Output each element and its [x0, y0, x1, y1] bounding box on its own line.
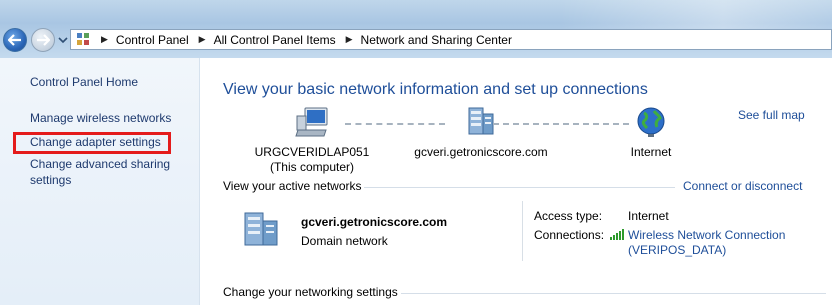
change-settings-heading: Change your networking settings — [223, 285, 398, 299]
network-type: Domain network — [301, 234, 388, 248]
breadcrumb-separator[interactable]: ▶ — [199, 34, 206, 45]
node-internet-name: Internet — [630, 145, 672, 159]
access-type-label: Access type: — [534, 209, 603, 223]
sidebar-item-manage-wireless[interactable]: Manage wireless networks — [30, 110, 171, 126]
breadcrumb-network-sharing[interactable]: Network and Sharing Center — [361, 33, 512, 47]
map-connector-line — [493, 123, 629, 125]
domain-network-icon[interactable] — [241, 209, 289, 249]
back-arrow-icon — [8, 34, 21, 46]
recent-pages-dropdown-icon[interactable] — [58, 34, 68, 46]
connection-name[interactable]: Wireless Network Connection — [628, 228, 785, 243]
access-type-value: Internet — [628, 209, 669, 223]
node-computer-desc: (This computer) — [269, 160, 355, 174]
connect-disconnect-link[interactable]: Connect or disconnect — [683, 179, 802, 193]
connection-ssid[interactable]: (VERIPOS_DATA) — [628, 243, 785, 258]
wireless-connection-link[interactable]: Wireless Network Connection (VERIPOS_DAT… — [628, 228, 785, 258]
map-node-internet[interactable]: Internet — [611, 106, 691, 160]
connections-label: Connections: — [534, 228, 605, 242]
map-node-computer[interactable]: URGCVERIDLAP051 (This computer) — [252, 106, 372, 175]
globe-icon — [637, 107, 665, 137]
breadcrumb-all-items[interactable]: All Control Panel Items — [214, 33, 336, 47]
forward-arrow-icon — [37, 34, 50, 46]
window-titlebar: ▶ Control Panel ▶ All Control Panel Item… — [0, 0, 832, 58]
control-panel-icon — [77, 32, 91, 47]
sidebar-item-control-panel-home[interactable]: Control Panel Home — [30, 74, 138, 90]
node-network-name: gcveri.getronicscore.com — [414, 145, 548, 159]
section-divider — [401, 293, 826, 294]
sidebar-item-advanced-sharing[interactable]: Change advanced sharing settings — [30, 156, 190, 188]
active-networks-heading: View your active networks — [223, 179, 362, 193]
highlight-annotation-box — [13, 132, 171, 154]
page-title: View your basic network information and … — [223, 81, 648, 98]
breadcrumb-separator[interactable]: ▶ — [346, 34, 353, 45]
wireless-signal-icon — [610, 229, 624, 240]
vertical-divider — [522, 201, 523, 261]
breadcrumb-separator: ▶ — [101, 34, 108, 44]
breadcrumb-control-panel[interactable]: Control Panel — [116, 33, 189, 47]
network-icon — [468, 107, 494, 135]
address-bar[interactable]: ▶ Control Panel ▶ All Control Panel Item… — [70, 29, 832, 50]
section-divider — [364, 187, 675, 188]
titlebar-glow — [560, 0, 832, 30]
forward-button[interactable] — [31, 28, 55, 52]
left-task-pane: Control Panel Home Manage wireless netwo… — [0, 58, 200, 305]
computer-icon — [295, 107, 328, 137]
node-computer-name: URGCVERIDLAP051 — [254, 145, 370, 159]
map-node-network[interactable]: gcveri.getronicscore.com — [401, 106, 561, 160]
network-name: gcveri.getronicscore.com — [301, 215, 448, 229]
main-content: View your basic network information and … — [201, 58, 832, 305]
see-full-map-link[interactable]: See full map — [738, 108, 805, 122]
back-button[interactable] — [3, 28, 27, 52]
